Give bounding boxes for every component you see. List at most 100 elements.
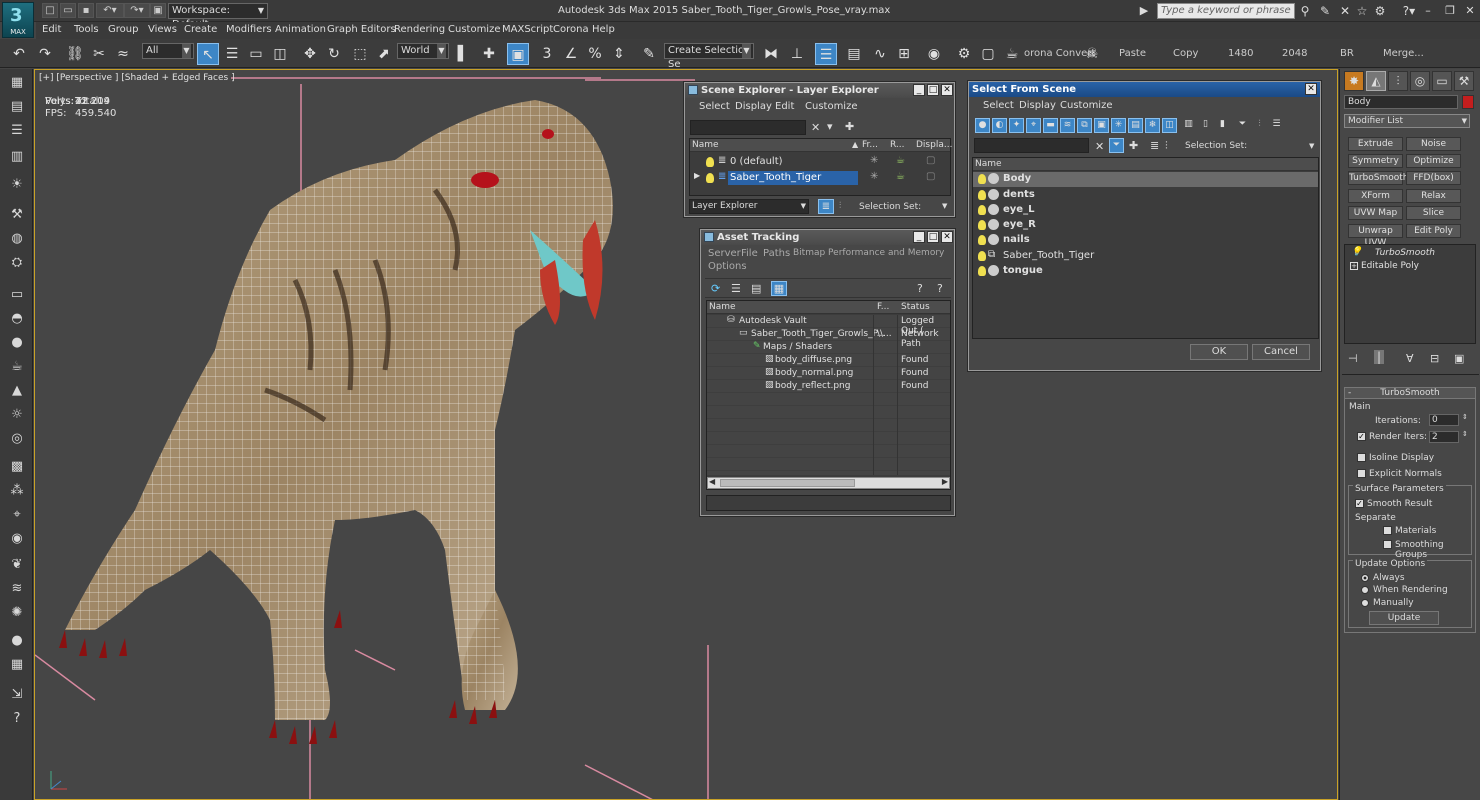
display-geometry-icon[interactable]: ● [975, 118, 990, 133]
search-toggle-icon[interactable]: ▶ [1132, 2, 1156, 19]
pivot-center-icon[interactable]: ▌ [452, 43, 474, 65]
minimize-button[interactable]: _ [913, 231, 925, 243]
make-unique-icon[interactable]: ∀ [1406, 352, 1414, 365]
particle-icon[interactable]: ⁂ [7, 481, 27, 501]
material-editor-icon[interactable]: ◉ [923, 43, 945, 65]
col-status[interactable]: Status [901, 301, 930, 313]
menu-group[interactable]: Group [108, 24, 138, 35]
menu-customize[interactable]: Customize [448, 24, 501, 35]
render-production-icon[interactable]: ☕ [1001, 43, 1023, 65]
redo-icon[interactable]: ↷▾ [124, 3, 150, 18]
uvw-map-button[interactable]: UVW Map [1348, 206, 1403, 220]
render-iters-checkbox[interactable]: ✓ [1357, 432, 1366, 441]
scrollbar-thumb[interactable] [720, 479, 855, 487]
light-bulb-icon[interactable] [978, 174, 986, 184]
camera-icon[interactable]: ⌖ [7, 505, 27, 525]
render-teapot-icon[interactable]: ☕ [896, 155, 905, 166]
binoculars-icon[interactable]: ⚲ [1298, 4, 1312, 18]
tool-icon[interactable]: ⚒ [7, 205, 27, 225]
select-object-icon[interactable]: ↖ [197, 43, 219, 65]
schematic-view-icon[interactable]: ⊞ [893, 43, 915, 65]
modifier-list-dropdown[interactable]: Modifier List ▼ [1344, 114, 1470, 128]
xform-button[interactable]: XForm [1348, 189, 1403, 203]
menu-edit[interactable]: Edit [42, 24, 61, 35]
help-icon[interactable]: ? [7, 709, 27, 729]
freeze-icon[interactable]: ✳ [870, 171, 878, 182]
slice-button[interactable]: Slice [1406, 206, 1461, 220]
snaps-toggle-icon[interactable]: 3 [536, 43, 558, 65]
when-rendering-radio[interactable] [1361, 586, 1369, 594]
menu-paths[interactable]: Paths [763, 248, 790, 259]
globe-icon[interactable]: ◉ [7, 529, 27, 549]
light-bulb-icon[interactable] [978, 235, 986, 245]
favorites-star-icon[interactable]: ☆ [1355, 4, 1369, 18]
ball-icon[interactable]: ● [7, 631, 27, 651]
scroll-left-icon[interactable]: ◀ [709, 477, 715, 486]
menu-help[interactable]: Help [592, 24, 615, 35]
create-tab-icon[interactable]: ✸ [1344, 71, 1364, 91]
close-button[interactable]: ✕ [1305, 83, 1317, 95]
skull-script-icon[interactable]: ☠ [1081, 43, 1103, 65]
relax-button[interactable]: Relax [1406, 189, 1461, 203]
light-bulb-icon[interactable] [978, 190, 986, 200]
list-view-icon[interactable]: ☰ [731, 282, 741, 295]
find-case-icon[interactable]: ⏷ [1109, 138, 1124, 153]
app-menu-button[interactable]: 3 MAX [2, 2, 34, 38]
plant-icon[interactable]: ❦ [7, 555, 27, 575]
utilities-tab-icon[interactable]: ⚒ [1454, 71, 1474, 91]
menu-modifiers[interactable]: Modifiers [226, 24, 272, 35]
unwrap-uvw-button[interactable]: Unwrap UVW [1348, 224, 1403, 248]
menu-file[interactable]: File [741, 248, 758, 259]
vault-help-icon[interactable]: ? [937, 282, 943, 295]
light-bulb-icon[interactable] [706, 173, 714, 183]
render-iters-spinner[interactable]: 2 [1429, 431, 1459, 443]
viewport-label[interactable]: [+] [Perspective ] [Shaded + Edged Faces… [39, 73, 235, 83]
object-row[interactable]: nails [973, 233, 1318, 248]
help-icon[interactable]: ? [917, 282, 923, 295]
clear-search-icon[interactable]: ✕ [811, 121, 820, 134]
col-name[interactable]: Name [692, 139, 719, 151]
menu-customize[interactable]: Customize [805, 101, 858, 112]
object-row[interactable]: eye_R [973, 218, 1318, 233]
curve-editor-icon[interactable]: ∿ [869, 43, 891, 65]
display-none-icon[interactable]: ▯ [1198, 118, 1213, 133]
light-bulb-icon[interactable] [978, 251, 986, 261]
menu-bitmap-performance[interactable]: Bitmap Performance and Memory [793, 248, 944, 258]
col-render[interactable]: R... [890, 139, 905, 151]
smooth-result-checkbox[interactable]: ✓ [1355, 499, 1364, 508]
always-radio[interactable] [1361, 574, 1369, 582]
hierarchy-filter-icon[interactable]: ⫶ [1252, 118, 1267, 133]
col-full-path[interactable]: F... [877, 301, 889, 313]
bind-space-warp-icon[interactable]: ≈ [112, 43, 134, 65]
display-bones-icon[interactable]: ✳ [1111, 118, 1126, 133]
object-color-swatch[interactable] [1462, 95, 1474, 109]
layer-row[interactable]: ▶ ≣ Saber_Tooth_Tiger ✳ ☕ ▢ [690, 171, 950, 186]
spinner-arrows-icon[interactable]: ⇕ [1462, 430, 1468, 438]
export-icon[interactable]: ⇲ [7, 685, 27, 705]
grid-icon[interactable]: ▤ [7, 97, 27, 117]
horizontal-scrollbar[interactable]: ◀ ▶ [707, 477, 950, 489]
edit-named-selection-icon[interactable]: ✎ [638, 43, 660, 65]
menu-corona[interactable]: Corona [553, 24, 589, 35]
script-icon[interactable]: ▦ [7, 73, 27, 93]
table-view-icon[interactable]: ▦ [771, 281, 787, 296]
display-invert-icon[interactable]: ▮ [1215, 118, 1230, 133]
render-setup-icon[interactable]: ⚙ [953, 43, 975, 65]
select-search-input[interactable] [974, 138, 1089, 153]
render-teapot-icon[interactable]: ☕ [896, 171, 905, 182]
menu-animation[interactable]: Animation [275, 24, 326, 35]
menu-display[interactable]: Display [735, 101, 772, 112]
col-name[interactable]: Name [709, 301, 736, 313]
selection-filter-dropdown[interactable]: All ▼ [142, 43, 194, 59]
explicit-normals-checkbox[interactable] [1357, 469, 1366, 478]
object-row[interactable]: tongue [973, 264, 1318, 279]
merge-button[interactable]: Merge... [1383, 48, 1424, 59]
configure-sets-icon[interactable]: ▣ [1454, 352, 1464, 365]
size-2048-button[interactable]: 2048 [1282, 48, 1307, 59]
display-cameras-icon[interactable]: ⌖ [1026, 118, 1041, 133]
copy-button[interactable]: Copy [1173, 48, 1198, 59]
display-icon[interactable]: ▢ [926, 155, 935, 166]
motion-tab-icon[interactable]: ◎ [1410, 71, 1430, 91]
scroll-right-icon[interactable]: ▶ [942, 477, 948, 486]
object-row[interactable]: dents [973, 188, 1318, 203]
